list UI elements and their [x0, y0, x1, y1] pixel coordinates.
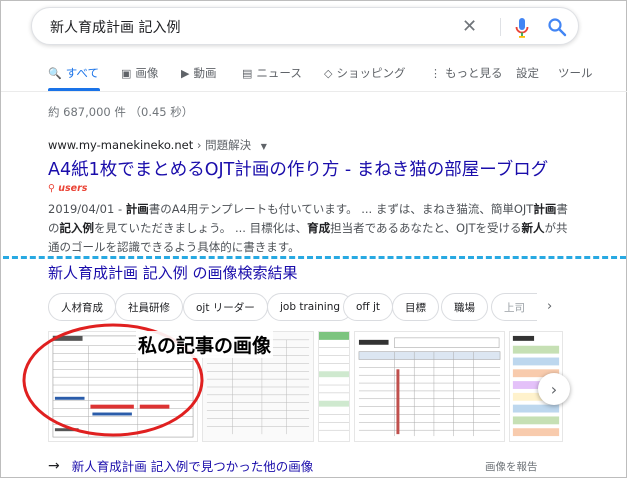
- chevron-right-icon: ›: [550, 379, 558, 399]
- image-results-heading[interactable]: 新人育成計画 記入例 の画像検索結果: [48, 262, 298, 283]
- result-snippet: 2019/04/01 - 計画書のA4用テンプレートも付いています。 ... ま…: [48, 202, 568, 254]
- entry-sample-sheet-image: [355, 332, 504, 441]
- tab-videos[interactable]: ▶ 動画: [181, 65, 216, 81]
- search-bar[interactable]: 新人育成計画 記入例 ✕: [31, 7, 579, 45]
- tab-label: ニュース: [256, 66, 302, 80]
- location-pin-icon: ⚲: [48, 183, 59, 194]
- result-stats: 約 687,000 件 （0.45 秒）: [48, 105, 194, 119]
- result-breadcrumb: › 問題解決: [196, 138, 252, 152]
- spreadsheet-image: [319, 332, 349, 441]
- result-title-link[interactable]: A4紙1枚でまとめるOJT計画の作り方 - まねき猫の部屋ーブログ: [48, 156, 548, 181]
- dropdown-caret-icon[interactable]: ▼: [261, 142, 267, 151]
- report-images-link[interactable]: 画像を報告: [485, 459, 538, 474]
- arrow-right-icon: →: [48, 457, 60, 474]
- carousel-next-button[interactable]: ›: [538, 373, 570, 405]
- tab-all[interactable]: 🔍 すべて: [48, 65, 99, 81]
- more-images-link[interactable]: → 新人育成計画 記入例で見つかった他の画像: [48, 456, 313, 475]
- chip-joshi[interactable]: 上司: [491, 293, 537, 321]
- tab-label: もっと見る: [445, 66, 503, 80]
- tab-settings[interactable]: 設定: [516, 65, 539, 81]
- users-badge: ⚲ users: [48, 183, 87, 194]
- chip-ojt-leader[interactable]: ojt リーダー: [183, 293, 268, 321]
- tab-tools[interactable]: ツール: [558, 65, 593, 81]
- result-site: www.my-manekineko.net: [48, 138, 194, 152]
- tab-shopping[interactable]: ◇ ショッピング: [324, 65, 405, 81]
- search-divider: [500, 18, 501, 36]
- more-vert-icon: ⋮: [430, 66, 441, 80]
- image-thumbnail-3[interactable]: [318, 331, 350, 442]
- image-thumbnail-4[interactable]: [354, 331, 505, 442]
- tab-label: 動画: [193, 66, 217, 80]
- tag-icon: ◇: [324, 66, 333, 80]
- news-icon: ▤: [242, 66, 253, 80]
- chip-jinzai[interactable]: 人材育成: [48, 293, 116, 321]
- chip-job-training[interactable]: job training: [267, 293, 354, 321]
- badge-label: users: [58, 183, 88, 194]
- image-icon: ▣: [121, 66, 132, 80]
- annotation-label: 私の記事の画像: [136, 331, 274, 358]
- tabs-divider: [1, 91, 627, 92]
- tab-label: 画像: [135, 66, 159, 80]
- chip-off-jt[interactable]: off jt: [343, 293, 394, 321]
- tab-label: ツール: [558, 66, 593, 80]
- clear-icon[interactable]: ✕: [462, 16, 477, 37]
- search-input[interactable]: 新人育成計画 記入例: [50, 17, 180, 37]
- chip-mokuhyo[interactable]: 目標: [392, 293, 439, 321]
- chevron-right-icon[interactable]: ›: [547, 299, 552, 314]
- dashed-divider: [3, 256, 626, 259]
- video-icon: ▶: [181, 66, 190, 80]
- microphone-icon[interactable]: [514, 17, 530, 39]
- tab-label: ショッピング: [336, 66, 406, 80]
- result-url[interactable]: www.my-manekineko.net › 問題解決 ▼: [48, 137, 267, 153]
- tab-images[interactable]: ▣ 画像: [121, 65, 158, 81]
- more-images-label: 新人育成計画 記入例で見つかった他の画像: [71, 459, 314, 474]
- tab-news[interactable]: ▤ ニュース: [242, 65, 302, 81]
- search-icon: 🔍: [48, 66, 62, 80]
- search-icon[interactable]: [547, 17, 567, 37]
- tab-more[interactable]: ⋮ もっと見る: [430, 65, 503, 81]
- tab-label: すべて: [65, 66, 99, 80]
- chip-kenshu[interactable]: 社員研修: [115, 293, 183, 321]
- tab-label: 設定: [516, 66, 539, 80]
- chip-shokuba[interactable]: 職場: [441, 293, 488, 321]
